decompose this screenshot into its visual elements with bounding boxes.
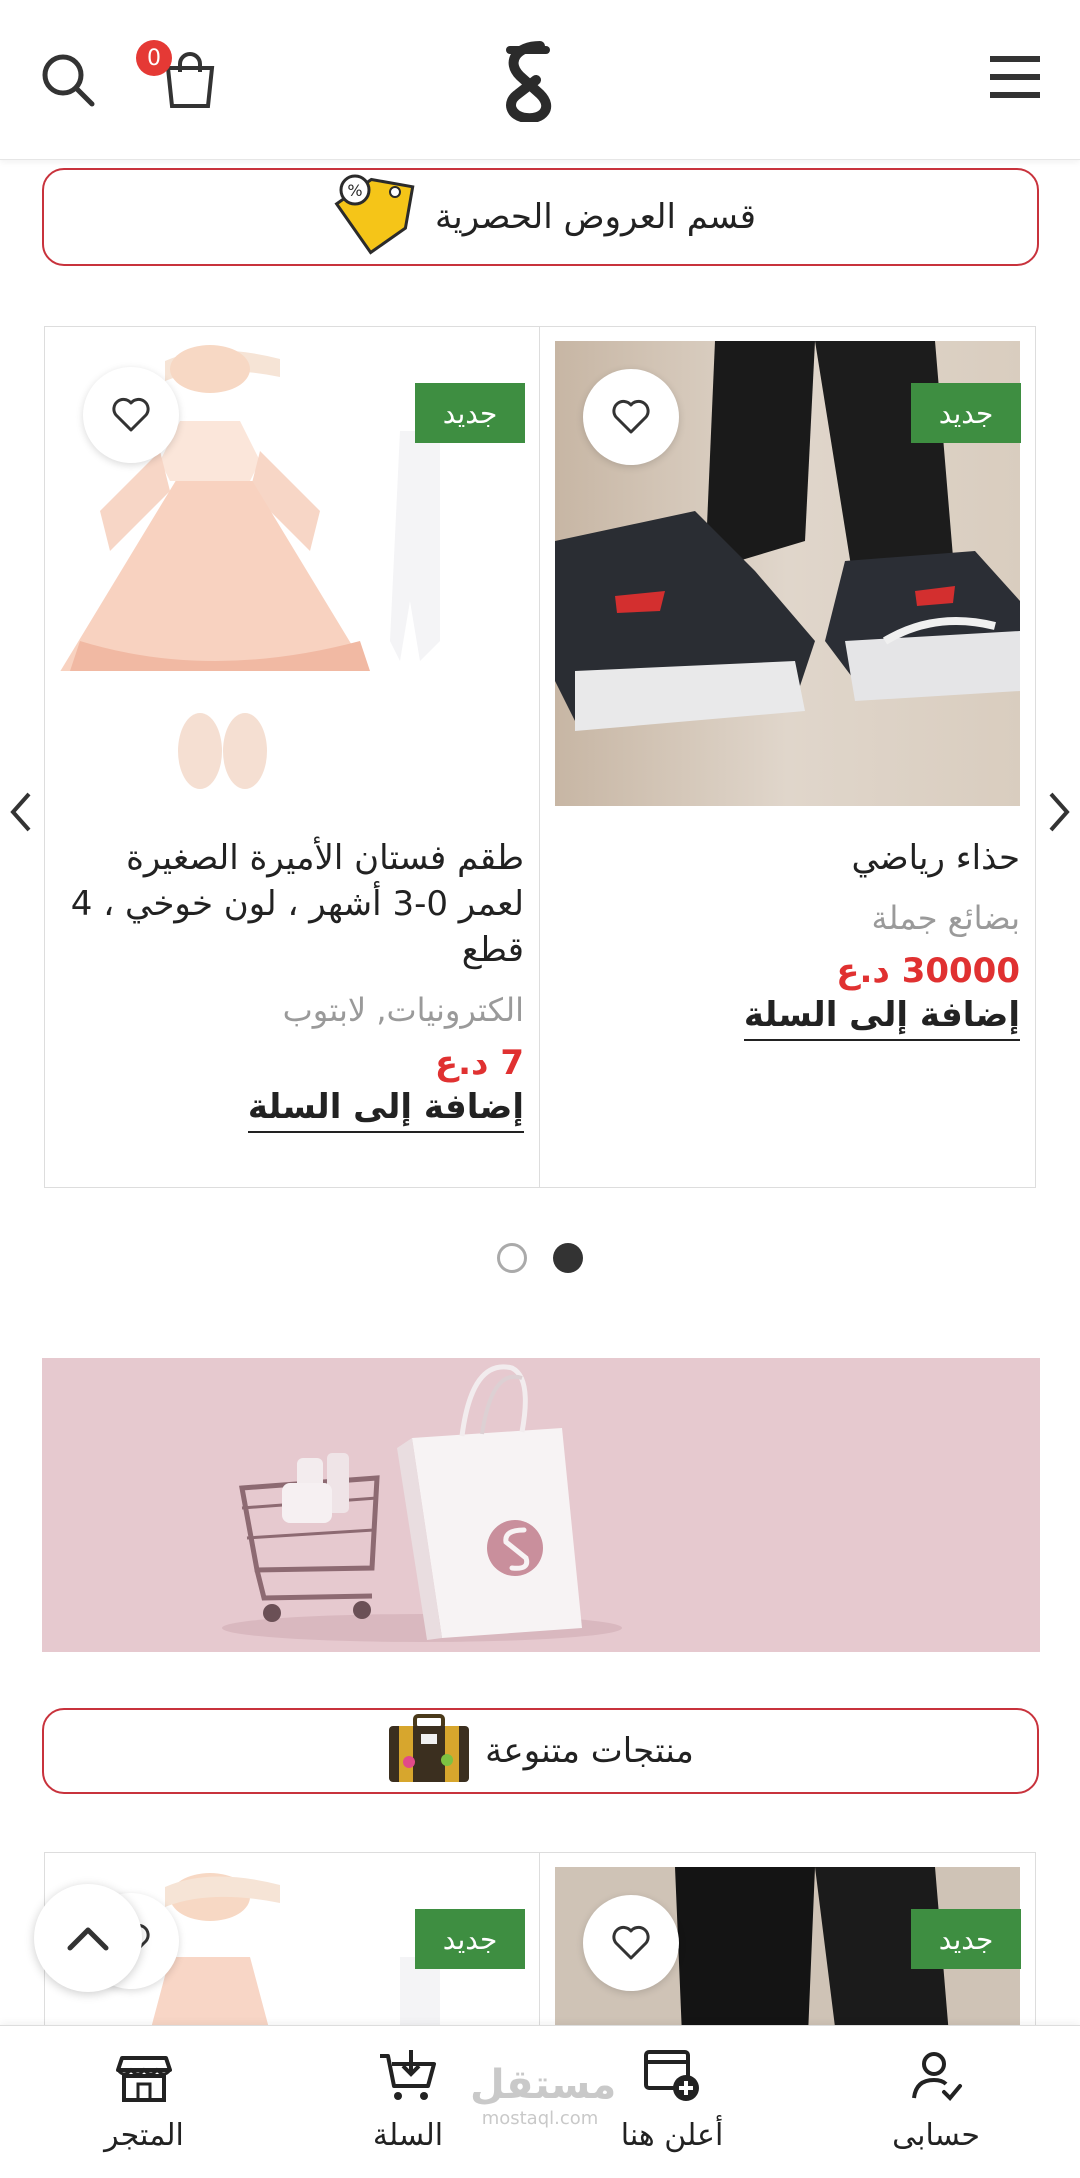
price-tag-icon: % bbox=[325, 170, 421, 264]
svg-text:%: % bbox=[347, 181, 362, 200]
wishlist-button[interactable] bbox=[583, 1895, 679, 1991]
section-title: قسم العروض الحصرية bbox=[435, 197, 757, 237]
nav-item-account[interactable]: حسابى bbox=[836, 2048, 1036, 2153]
product-name[interactable]: حذاء رياضي bbox=[555, 835, 1020, 881]
various-products-banner[interactable]: منتجات متنوعة bbox=[42, 1708, 1039, 1794]
user-check-icon bbox=[912, 2052, 962, 2101]
product-card[interactable]: جديد حذاء رياضي بضائع جملة 30000 د.ع إضا… bbox=[540, 327, 1035, 1187]
product-info: حذاء رياضي بضائع جملة 30000 د.ع إضافة إل… bbox=[555, 835, 1020, 1041]
cart-count-badge: 0 bbox=[136, 40, 172, 76]
store-icon bbox=[116, 2056, 172, 2102]
section-title: منتجات متنوعة bbox=[485, 1731, 694, 1771]
heart-icon bbox=[612, 1925, 650, 1960]
exclusive-offers-banner[interactable]: قسم العروض الحصرية % bbox=[42, 168, 1039, 266]
logo-icon[interactable] bbox=[496, 40, 562, 126]
search-icon[interactable] bbox=[40, 52, 96, 112]
product-category[interactable]: بضائع جملة bbox=[555, 899, 1020, 937]
add-listing-icon bbox=[644, 2050, 699, 2101]
carousel-pagination bbox=[0, 1243, 1080, 1273]
top-header: 0 bbox=[0, 0, 1080, 160]
new-badge: جديد bbox=[415, 1909, 525, 1969]
carousel-next-arrow[interactable] bbox=[1042, 782, 1078, 842]
carousel-prev-arrow[interactable] bbox=[2, 782, 38, 842]
cart-download-icon bbox=[380, 2050, 436, 2100]
nav-label: حسابى bbox=[892, 2118, 980, 2153]
product-price: 7 د.ع bbox=[434, 1043, 524, 1083]
add-to-cart-button[interactable]: إضافة إلى السلة bbox=[247, 1087, 524, 1133]
nav-item-cart[interactable]: السلة bbox=[308, 2048, 508, 2153]
suitcase-icon bbox=[387, 1714, 471, 1788]
wishlist-button[interactable] bbox=[83, 367, 179, 463]
product-info: طقم فستان الأميرة الصغيرة لعمر 0-3 أشهر … bbox=[59, 835, 524, 1133]
products-carousel: جديد حذاء رياضي بضائع جملة 30000 د.ع إضا… bbox=[44, 326, 1036, 1188]
product-category[interactable]: الكترونيات, لابتوب bbox=[59, 991, 524, 1029]
pagination-dot-active[interactable] bbox=[553, 1243, 583, 1273]
product-price: 30000 د.ع bbox=[836, 951, 1020, 991]
new-badge: جديد bbox=[911, 1909, 1021, 1969]
new-badge: جديد bbox=[911, 383, 1021, 443]
product-name[interactable]: طقم فستان الأميرة الصغيرة لعمر 0-3 أشهر … bbox=[59, 835, 524, 973]
heart-icon bbox=[112, 397, 150, 432]
pagination-dot[interactable] bbox=[497, 1243, 527, 1273]
nav-label: السلة bbox=[372, 2118, 444, 2153]
chevron-up-icon bbox=[67, 1927, 109, 1951]
add-to-cart-button[interactable]: إضافة إلى السلة bbox=[743, 995, 1020, 1041]
scroll-to-top-button[interactable] bbox=[34, 1884, 142, 1992]
heart-icon bbox=[612, 399, 650, 434]
bottom-navigation: حسابى أعلن هنا مستقل mostaql.com السلة ا… bbox=[0, 2025, 1080, 2178]
nav-label: المتجر bbox=[104, 2118, 184, 2153]
nav-item-store[interactable]: المتجر bbox=[44, 2048, 244, 2153]
product-card[interactable]: جديد طقم فستان الأميرة الصغيرة لعمر 0-3 … bbox=[45, 327, 540, 1187]
menu-icon[interactable] bbox=[990, 56, 1040, 102]
wishlist-button[interactable] bbox=[583, 369, 679, 465]
promo-banner[interactable] bbox=[42, 1358, 1040, 1652]
new-badge: جديد bbox=[415, 383, 525, 443]
